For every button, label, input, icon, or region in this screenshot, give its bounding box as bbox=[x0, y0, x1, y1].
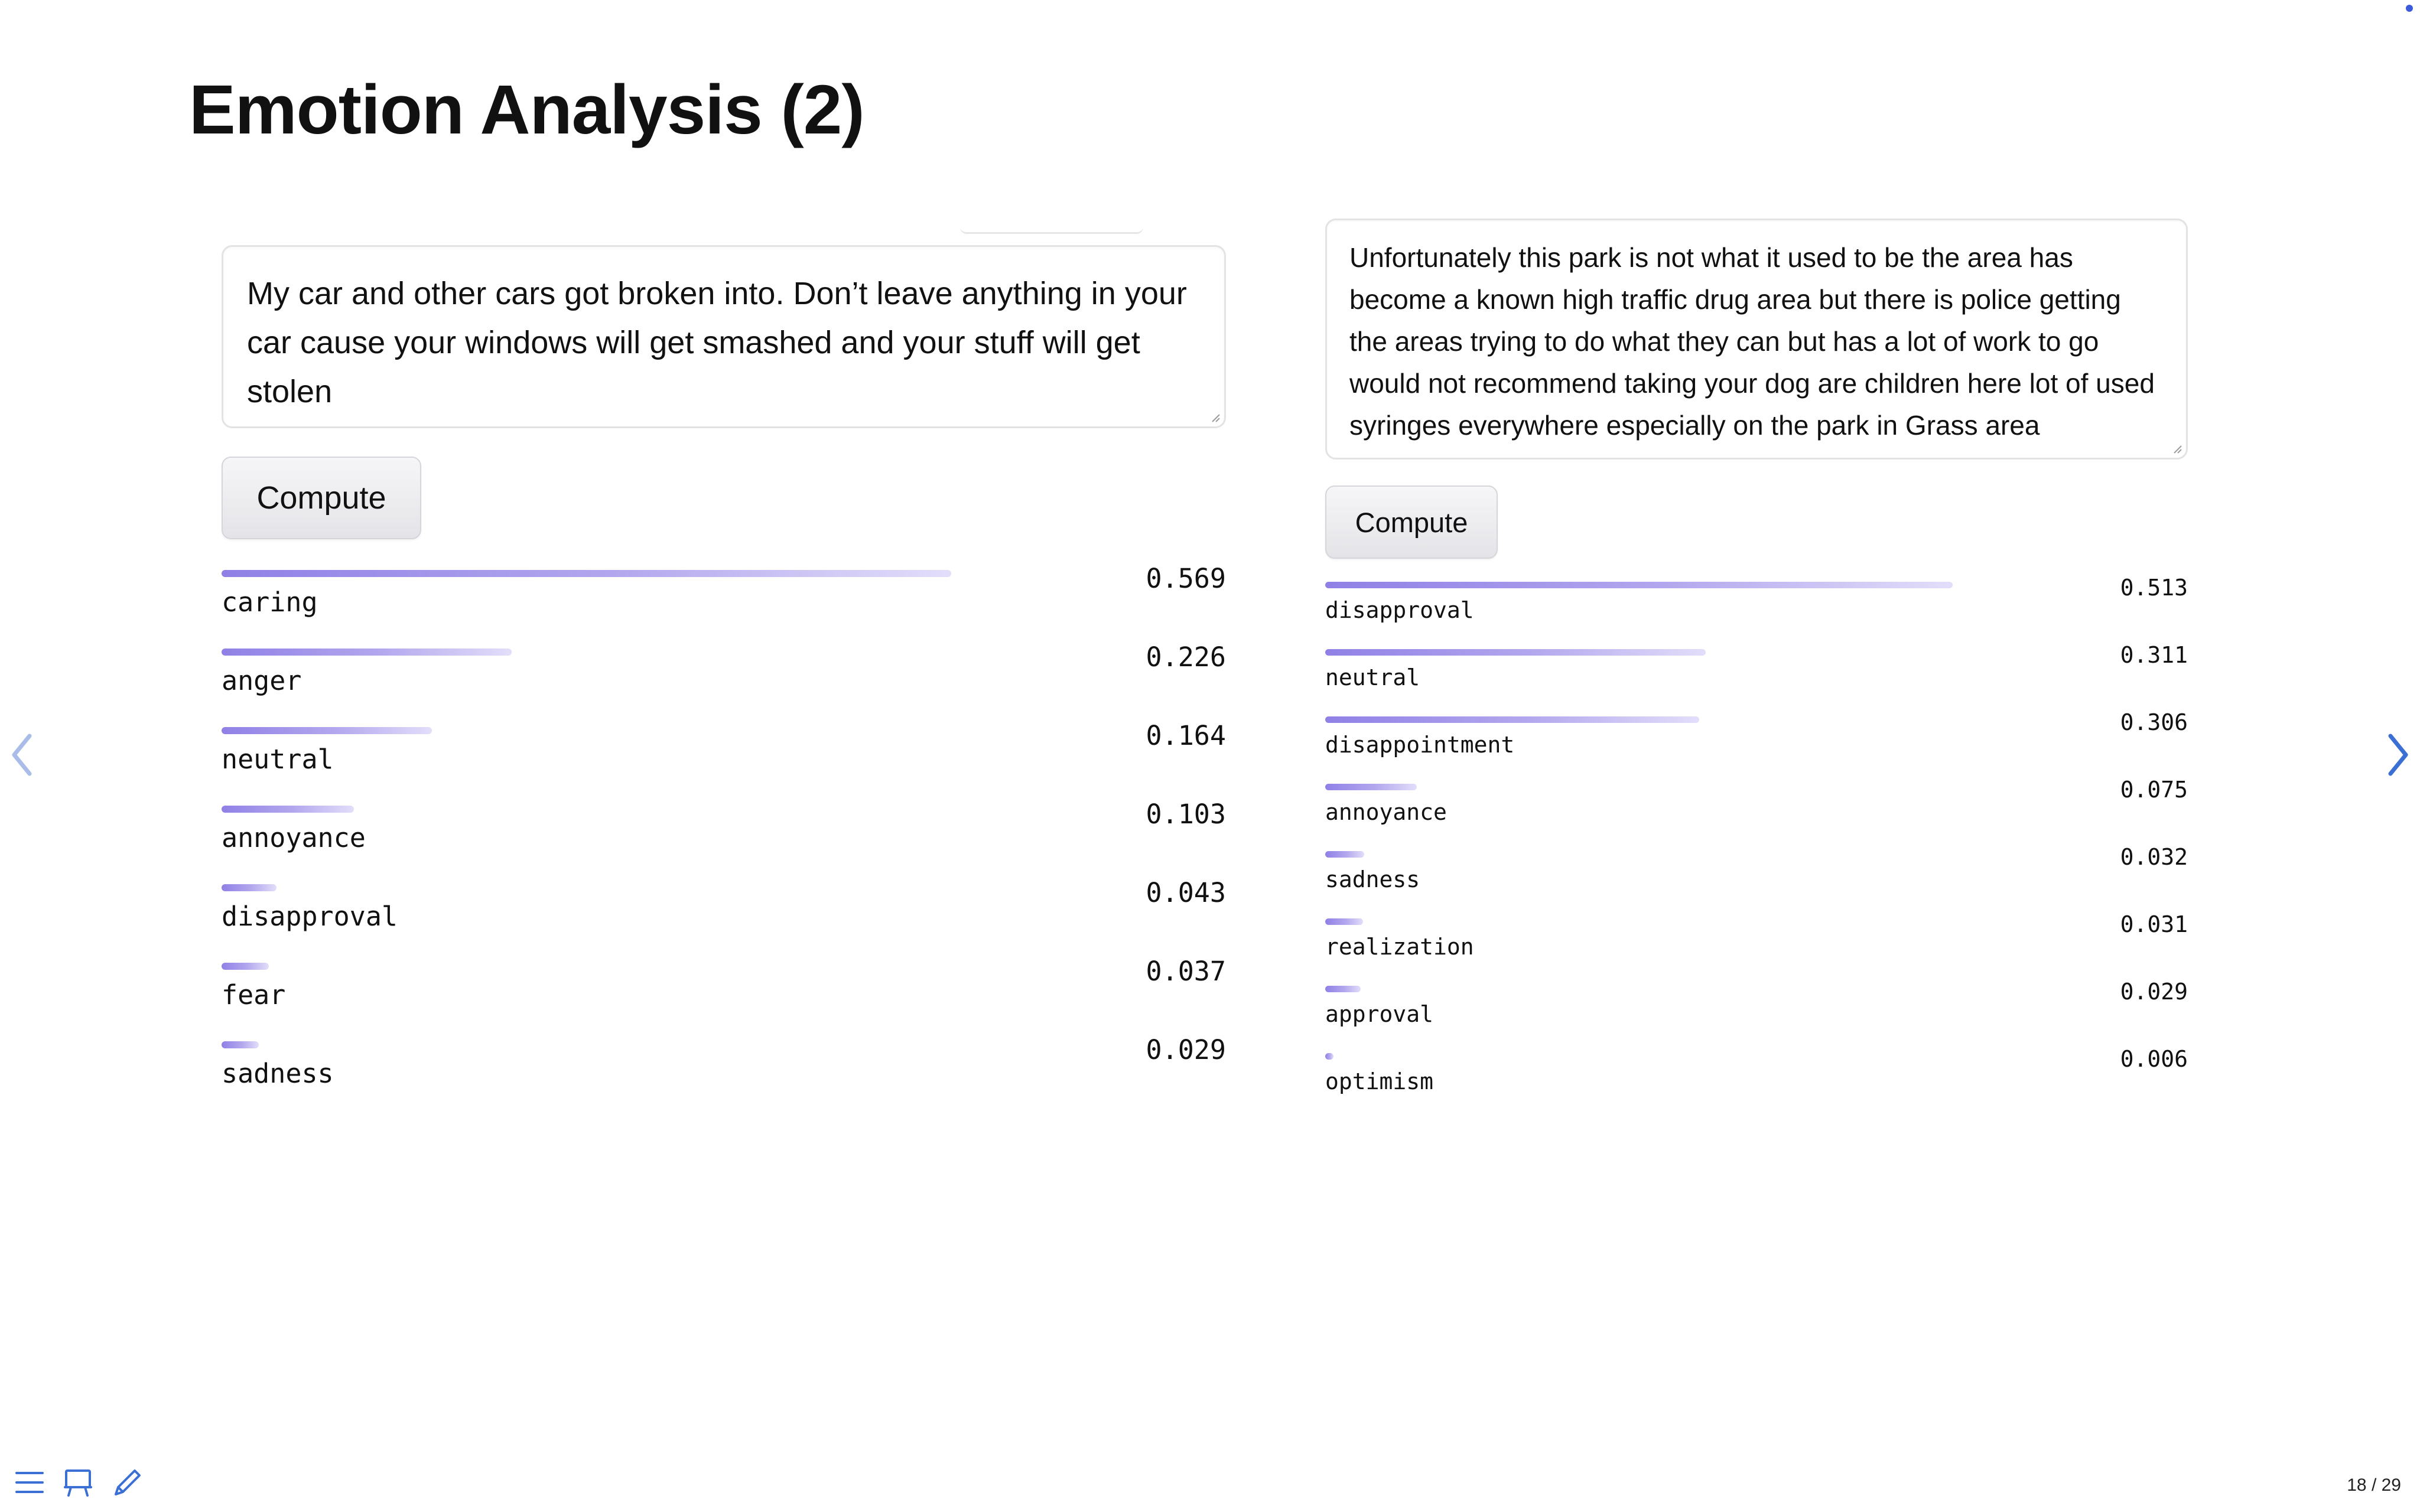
result-row: sadness 0.029 bbox=[222, 1034, 1226, 1120]
result-label: neutral bbox=[1325, 664, 1420, 690]
slide-page-indicator: 18 / 29 bbox=[2347, 1475, 2401, 1495]
result-value: 0.029 bbox=[2120, 979, 2188, 1005]
result-bar bbox=[222, 806, 354, 813]
result-value: 0.569 bbox=[1146, 563, 1226, 594]
result-value: 0.513 bbox=[2120, 575, 2188, 601]
result-bar bbox=[222, 1041, 259, 1048]
result-bar bbox=[1325, 986, 1361, 992]
chevron-left-icon[interactable] bbox=[7, 731, 37, 778]
result-bar bbox=[1325, 716, 1699, 723]
result-bar bbox=[1325, 851, 1364, 858]
result-row: caring 0.569 bbox=[222, 563, 1226, 649]
result-value: 0.006 bbox=[2120, 1046, 2188, 1072]
text-input-left-value: My car and other cars got broken into. D… bbox=[247, 276, 1187, 409]
result-value: 0.226 bbox=[1146, 641, 1226, 673]
result-bar bbox=[1325, 918, 1363, 925]
result-row: annoyance 0.103 bbox=[222, 799, 1226, 884]
compute-button-right[interactable]: Compute bbox=[1325, 485, 1498, 559]
result-row: optimism 0.006 bbox=[1325, 1046, 2188, 1120]
result-label: realization bbox=[1325, 934, 1474, 960]
result-bar bbox=[1325, 1053, 1333, 1060]
result-label: annoyance bbox=[1325, 799, 1447, 825]
result-row: disapproval 0.043 bbox=[222, 877, 1226, 963]
result-bar bbox=[1325, 784, 1417, 790]
result-label: optimism bbox=[1325, 1068, 1434, 1094]
result-label: sadness bbox=[1325, 866, 1420, 892]
text-input-right-value: Unfortunately this park is not what it u… bbox=[1349, 242, 2155, 441]
resize-handle-icon[interactable] bbox=[2171, 442, 2182, 454]
result-label: approval bbox=[1325, 1001, 1434, 1027]
result-row: anger 0.226 bbox=[222, 641, 1226, 727]
results-list-left: caring 0.569 anger 0.226 neutral 0.164 annoyan… bbox=[222, 563, 1226, 1120]
pencil-icon[interactable] bbox=[110, 1466, 143, 1499]
result-row: annoyance 0.075 bbox=[1325, 777, 2188, 851]
result-bar bbox=[222, 649, 512, 656]
result-value: 0.075 bbox=[2120, 777, 2188, 803]
menu-icon[interactable] bbox=[13, 1466, 46, 1499]
results-list-right: disapproval 0.513 neutral 0.311 disappointme… bbox=[1325, 575, 2188, 1120]
text-input-left[interactable]: My car and other cars got broken into. D… bbox=[222, 245, 1226, 428]
result-label: disapproval bbox=[222, 901, 398, 932]
result-row: sadness 0.032 bbox=[1325, 844, 2188, 918]
result-bar bbox=[1325, 582, 1953, 588]
slide-title: Emotion Analysis (2) bbox=[189, 71, 865, 149]
slide-toolbar bbox=[13, 1466, 143, 1499]
result-bar bbox=[222, 884, 277, 891]
result-row: neutral 0.311 bbox=[1325, 642, 2188, 716]
result-row: realization 0.031 bbox=[1325, 911, 2188, 986]
presentation-board-icon[interactable] bbox=[61, 1466, 95, 1499]
cut-off-element-edge bbox=[960, 227, 1143, 234]
result-value: 0.306 bbox=[2120, 709, 2188, 735]
result-label: sadness bbox=[222, 1058, 334, 1089]
result-value: 0.037 bbox=[1146, 956, 1226, 987]
chevron-right-icon[interactable] bbox=[2383, 731, 2413, 778]
result-row: neutral 0.164 bbox=[222, 720, 1226, 806]
result-label: anger bbox=[222, 665, 302, 696]
result-label: caring bbox=[222, 586, 318, 618]
result-value: 0.311 bbox=[2120, 642, 2188, 668]
result-value: 0.031 bbox=[2120, 911, 2188, 937]
resize-handle-icon[interactable] bbox=[1209, 411, 1221, 423]
compute-button-left[interactable]: Compute bbox=[222, 457, 421, 539]
text-input-right[interactable]: Unfortunately this park is not what it u… bbox=[1325, 219, 2188, 460]
result-value: 0.164 bbox=[1146, 720, 1226, 751]
result-bar bbox=[222, 727, 432, 734]
result-value: 0.043 bbox=[1146, 877, 1226, 908]
result-label: neutral bbox=[222, 744, 334, 775]
result-row: disappointment 0.306 bbox=[1325, 709, 2188, 784]
result-row: approval 0.029 bbox=[1325, 979, 2188, 1053]
result-value: 0.029 bbox=[1146, 1034, 1226, 1065]
result-label: fear bbox=[222, 979, 286, 1011]
result-label: annoyance bbox=[222, 822, 366, 853]
result-label: disappointment bbox=[1325, 732, 1515, 758]
result-label: disapproval bbox=[1325, 597, 1474, 623]
result-row: disapproval 0.513 bbox=[1325, 575, 2188, 649]
result-bar bbox=[222, 963, 269, 970]
result-value: 0.103 bbox=[1146, 799, 1226, 830]
result-row: fear 0.037 bbox=[222, 956, 1226, 1041]
result-bar bbox=[222, 570, 951, 577]
result-value: 0.032 bbox=[2120, 844, 2188, 870]
status-dot bbox=[2406, 5, 2413, 12]
result-bar bbox=[1325, 649, 1706, 656]
